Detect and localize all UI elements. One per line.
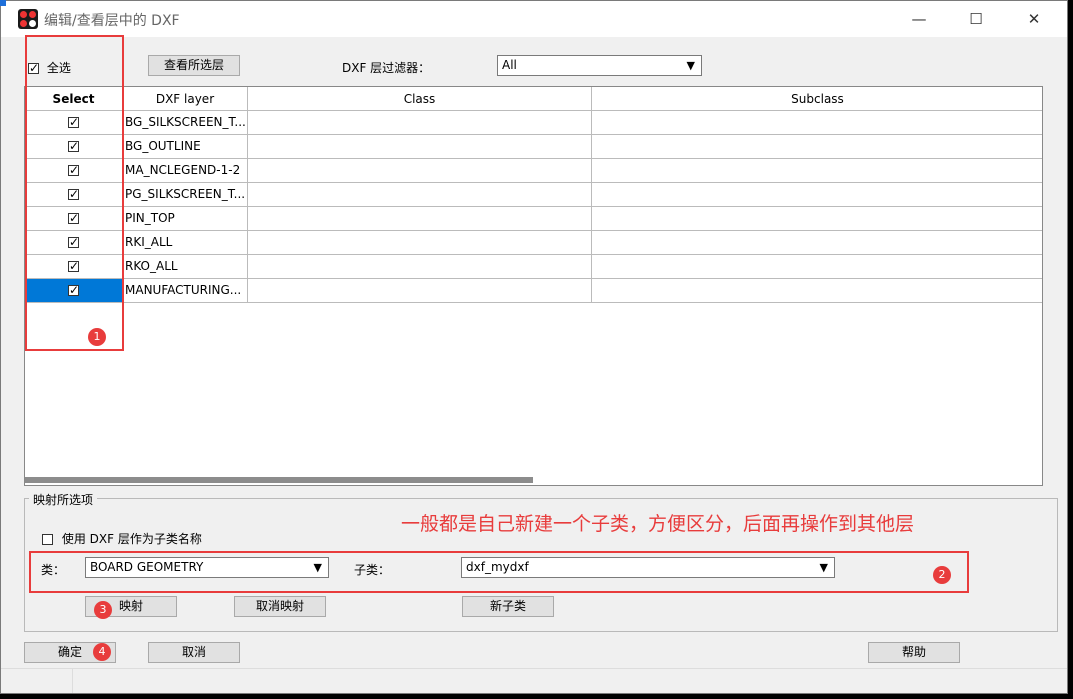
table-row[interactable]: PIN_TOP — [25, 207, 1042, 231]
desktop-corner — [0, 0, 6, 6]
layer-name-cell: BG_OUTLINE — [123, 135, 248, 159]
table-row[interactable]: PG_SILKSCREEN_T... — [25, 183, 1042, 207]
layer-name-cell: PIN_TOP — [123, 207, 248, 231]
subclass-cell[interactable] — [592, 231, 1042, 255]
dxf-dialog-window: 编辑/查看层中的 DXF — ☐ ✕ 全选 查看所选层 DXF 层过滤器： Al… — [0, 0, 1068, 694]
table-row[interactable]: BG_OUTLINE — [25, 135, 1042, 159]
table-row[interactable]: BG_SILKSCREEN_T... — [25, 111, 1042, 135]
app-icon — [18, 9, 38, 29]
use-layer-as-subclass-check[interactable] — [42, 534, 53, 545]
annotation-badge-1: 1 — [88, 328, 106, 346]
subclass-cell[interactable] — [592, 207, 1042, 231]
chevron-down-icon: ▼ — [686, 59, 695, 72]
dxf-filter-label: DXF 层过滤器： — [342, 61, 431, 75]
layer-name-cell: MANUFACTURING... — [123, 279, 248, 303]
subclass-cell[interactable] — [592, 279, 1042, 303]
class-cell[interactable] — [248, 111, 592, 135]
use-layer-as-subclass-checkbox[interactable]: 使用 DXF 层作为子类名称 — [42, 530, 202, 547]
layer-name-cell: BG_SILKSCREEN_T... — [123, 111, 248, 135]
use-layer-as-subclass-label: 使用 DXF 层作为子类名称 — [61, 532, 202, 546]
class-cell[interactable] — [248, 279, 592, 303]
column-header-dxf-layer[interactable]: DXF layer — [123, 87, 248, 111]
annotation-badge-4: 4 — [93, 643, 111, 661]
table-row[interactable]: MANUFACTURING... — [25, 279, 1042, 303]
window-title: 编辑/查看层中的 DXF — [44, 13, 180, 29]
view-selected-layers-button[interactable]: 查看所选层 — [148, 55, 240, 76]
annotation-badge-2: 2 — [933, 566, 951, 584]
layer-name-cell: RKO_ALL — [123, 255, 248, 279]
annotation-box-select-column — [25, 35, 124, 351]
mapping-group-label: 映射所选项 — [29, 491, 98, 508]
class-cell[interactable] — [248, 159, 592, 183]
annotation-note: 一般都是自己新建一个子类，方便区分，后面再操作到其他层 — [401, 513, 915, 535]
subclass-cell[interactable] — [592, 159, 1042, 183]
horizontal-scrollbar[interactable] — [25, 477, 533, 483]
title-bar: 编辑/查看层中的 DXF — ☐ ✕ — [1, 1, 1067, 37]
new-subclass-button[interactable]: 新子类 — [462, 596, 554, 617]
layer-name-cell: RKI_ALL — [123, 231, 248, 255]
minimize-button[interactable]: — — [896, 5, 942, 33]
help-button[interactable]: 帮助 — [868, 642, 960, 663]
dxf-filter-select[interactable]: All ▼ — [497, 55, 702, 76]
table-row[interactable]: RKO_ALL — [25, 255, 1042, 279]
subclass-cell[interactable] — [592, 135, 1042, 159]
class-cell[interactable] — [248, 183, 592, 207]
subclass-cell[interactable] — [592, 111, 1042, 135]
dxf-filter-value: All — [502, 58, 517, 72]
cancel-button[interactable]: 取消 — [148, 642, 240, 663]
subclass-cell[interactable] — [592, 255, 1042, 279]
layer-name-cell: MA_NCLEGEND-1-2 — [123, 159, 248, 183]
column-header-class[interactable]: Class — [248, 87, 592, 111]
status-bar — [1, 668, 1067, 693]
class-cell[interactable] — [248, 231, 592, 255]
annotation-box-class-mapping — [29, 551, 969, 593]
class-cell[interactable] — [248, 207, 592, 231]
layer-name-cell: PG_SILKSCREEN_T... — [123, 183, 248, 207]
layer-grid[interactable]: Select DXF layer Class Subclass BG_SILKS… — [24, 86, 1043, 486]
class-cell[interactable] — [248, 255, 592, 279]
table-row[interactable]: MA_NCLEGEND-1-2 — [25, 159, 1042, 183]
annotation-badge-3: 3 — [94, 601, 112, 619]
close-button[interactable]: ✕ — [1011, 5, 1057, 33]
maximize-button[interactable]: ☐ — [953, 5, 999, 33]
table-row[interactable]: RKI_ALL — [25, 231, 1042, 255]
unmap-button[interactable]: 取消映射 — [234, 596, 326, 617]
subclass-cell[interactable] — [592, 183, 1042, 207]
class-cell[interactable] — [248, 135, 592, 159]
column-header-subclass[interactable]: Subclass — [592, 87, 1042, 111]
